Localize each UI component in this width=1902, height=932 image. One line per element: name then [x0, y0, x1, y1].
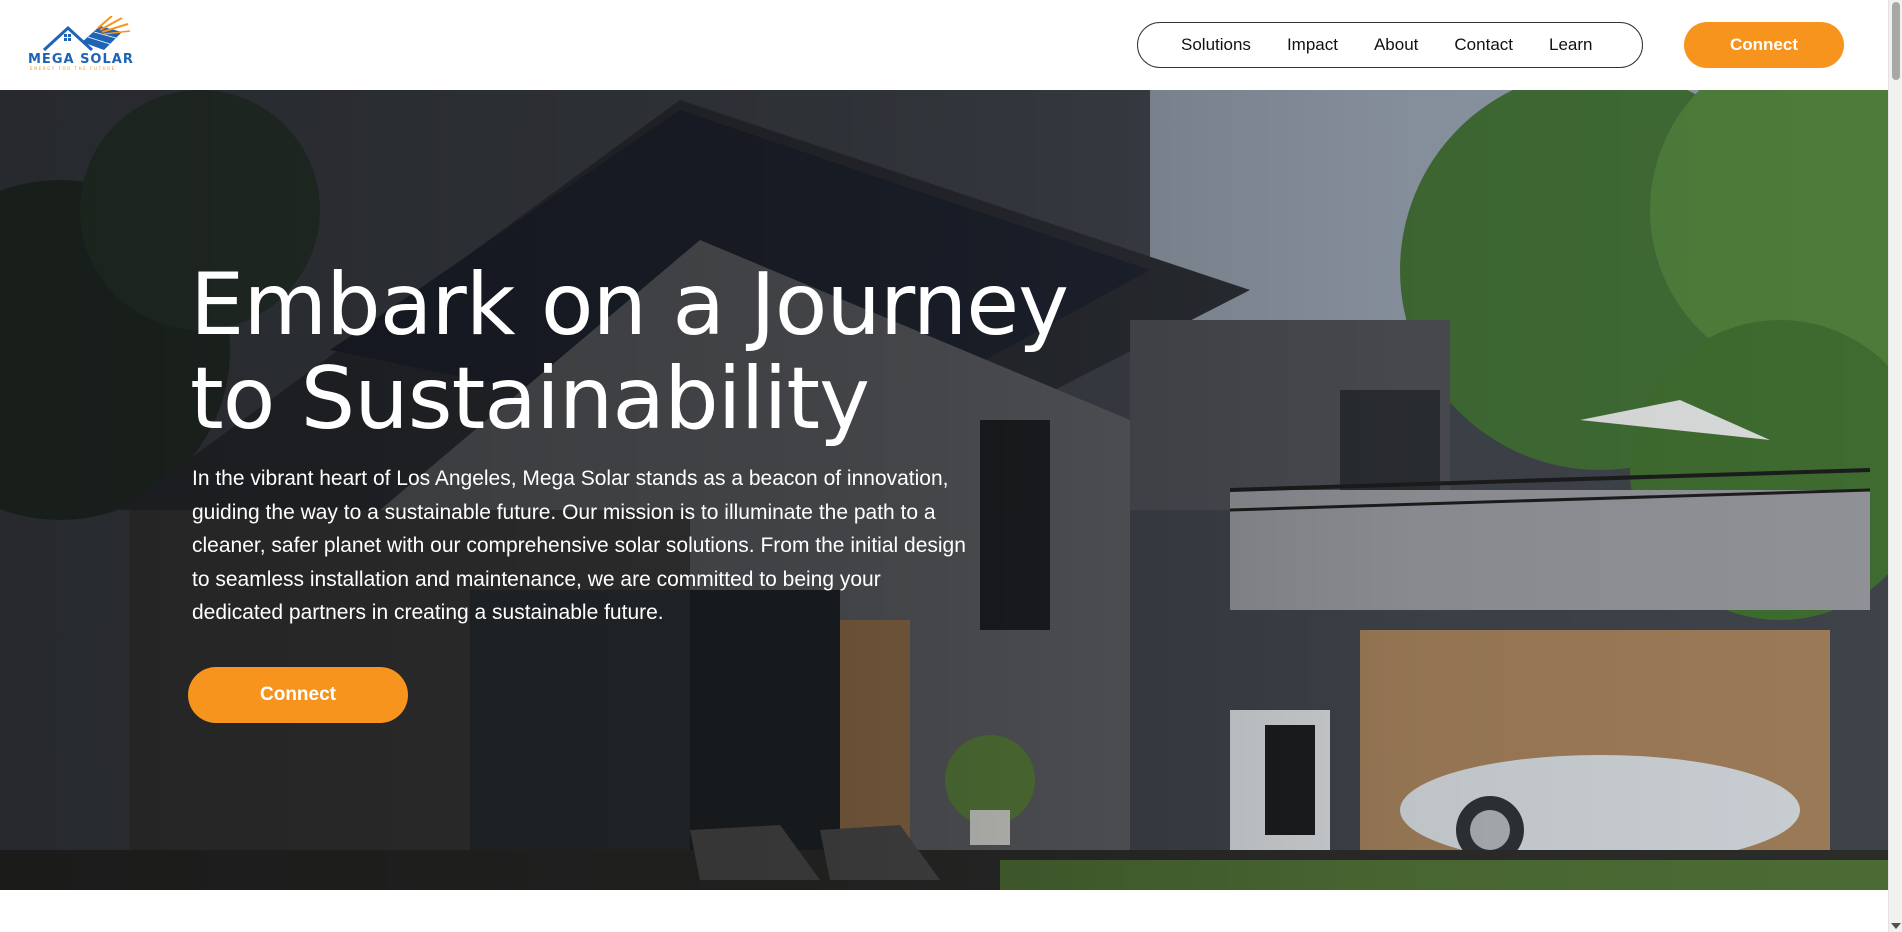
header-connect-button[interactable]: Connect [1684, 22, 1844, 68]
page-scrollbar[interactable] [1888, 0, 1902, 932]
scrollbar-thumb[interactable] [1892, 2, 1900, 80]
main-nav: Solutions Impact About Contact Learn [1137, 22, 1643, 68]
logo-wordmark: MEGA SOLAR [28, 52, 134, 67]
nav-item-about[interactable]: About [1374, 35, 1418, 55]
hero-description: In the vibrant heart of Los Angeles, Meg… [192, 467, 966, 624]
hero-title: Embark on a Journey to Sustainability [190, 255, 1069, 449]
solar-house-logo-icon [42, 16, 131, 52]
nav-item-solutions[interactable]: Solutions [1181, 35, 1251, 55]
nav-item-contact[interactable]: Contact [1454, 35, 1513, 55]
chevron-down-icon[interactable] [1891, 923, 1901, 929]
nav-item-learn[interactable]: Learn [1549, 35, 1592, 55]
nav-item-impact[interactable]: Impact [1287, 35, 1338, 55]
logo-tagline: ENERGY FOR THE FUTURE [30, 66, 116, 71]
brand-logo[interactable]: MEGA SOLAR ENERGY FOR THE FUTURE [26, 16, 136, 72]
hero-section: Embark on a Journey to Sustainability In… [0, 90, 1888, 890]
site-header: MEGA SOLAR ENERGY FOR THE FUTURE Solutio… [0, 0, 1888, 90]
hero-connect-button[interactable]: Connect [188, 667, 408, 723]
